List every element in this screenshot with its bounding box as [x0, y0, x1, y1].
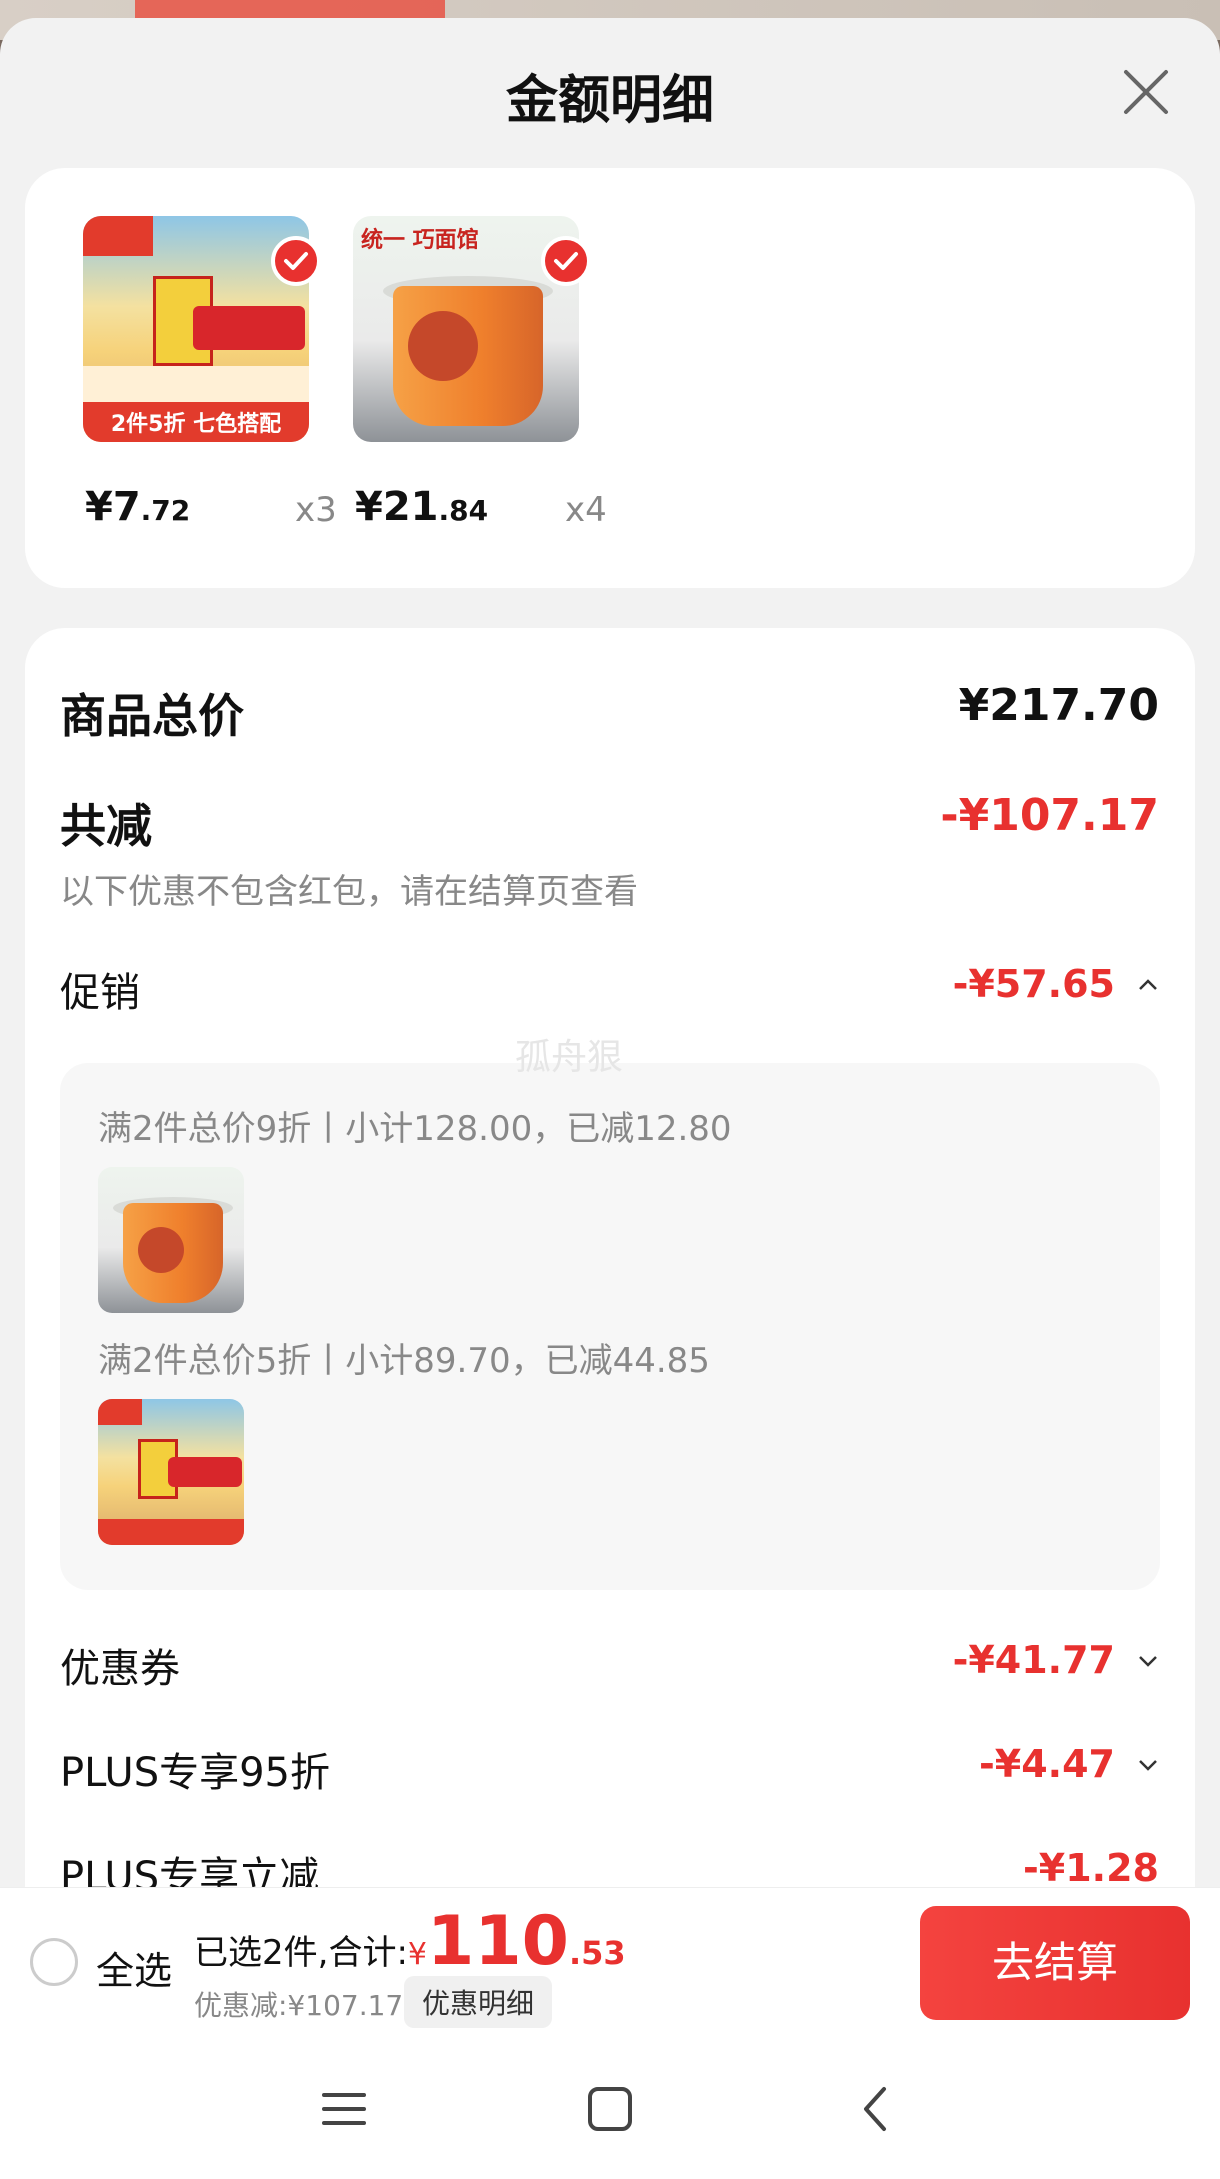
discount-detail-button[interactable]: 优惠明细	[404, 1976, 553, 2028]
promotion-value[interactable]: -¥57.65	[953, 962, 1115, 1006]
promotion-line: 满2件总价9折丨小计128.00，已减12.80	[98, 1109, 732, 1149]
chevron-down-icon[interactable]	[1137, 1650, 1159, 1672]
chevron-down-icon[interactable]	[1137, 1754, 1159, 1776]
promotion-breakdown: 满2件总价9折丨小计128.00，已减12.80 满2件总价5折丨小计89.70…	[60, 1063, 1160, 1590]
home-icon[interactable]	[580, 2079, 640, 2139]
product-price: ¥21.84	[355, 484, 489, 530]
plus95-value[interactable]: -¥4.47	[979, 1742, 1115, 1786]
close-icon	[1124, 70, 1168, 114]
menu-icon[interactable]	[314, 2079, 374, 2139]
select-all-radio[interactable]	[30, 1938, 78, 1986]
coupon-value[interactable]: -¥41.77	[953, 1638, 1115, 1682]
system-nav-bar	[0, 2037, 1220, 2179]
promotion-line: 满2件总价5折丨小计89.70，已减44.85	[98, 1341, 710, 1381]
checkout-button[interactable]: 去结算	[920, 1906, 1190, 2020]
total-reduction-value: -¥107.17	[940, 790, 1159, 841]
products-card: 2件5折 七色搭配 ¥7.72 x3 统一 巧面馆 ¥21.84 x4	[25, 168, 1195, 588]
total-price-value: ¥217.70	[958, 680, 1159, 731]
selected-check-icon[interactable]	[541, 236, 591, 286]
discount-summary: 优惠减:¥107.17	[194, 1989, 404, 2022]
chevron-up-icon[interactable]	[1137, 974, 1159, 996]
product-price: ¥7.72	[85, 484, 191, 530]
plus95-label: PLUS专享95折	[60, 1750, 330, 1796]
sheet-header: 金额明细	[0, 18, 1220, 168]
total-reduction-label: 共减	[60, 799, 152, 853]
reduction-note: 以下优惠不包含红包，请在结算页查看	[60, 872, 638, 912]
watermark-text: 孤舟狠	[515, 1037, 624, 1078]
back-icon[interactable]	[846, 2079, 906, 2139]
amount-detail-sheet: 金额明细 2件5折 七色搭配 ¥7.72 x3 统一 巧面馆 ¥21.84 x4…	[0, 18, 1220, 2179]
plus-reduce-value: -¥1.28	[1023, 1846, 1159, 1890]
total-price-label: 商品总价	[60, 689, 244, 743]
thumbnail-brand-text: 统一 巧面馆	[361, 228, 479, 253]
thumbnail-banner-text: 2件5折 七色搭配	[110, 412, 282, 437]
sheet-title: 金额明细	[505, 71, 714, 131]
selected-summary: 已选2件,合计:¥110.53	[194, 1902, 626, 1981]
promotion-label: 促销	[60, 970, 140, 1016]
product-item[interactable]: 统一 巧面馆 ¥21.84 x4	[295, 216, 607, 536]
product-quantity: x4	[565, 490, 607, 530]
checkout-bar: 全选 已选2件,合计:¥110.53 优惠减:¥107.17 优惠明细 去结算	[0, 1887, 1220, 2037]
coupon-label: 优惠券	[60, 1646, 180, 1692]
promotion-product-thumbnail	[98, 1167, 244, 1313]
promotion-product-thumbnail	[98, 1399, 244, 1545]
product-item[interactable]: 2件5折 七色搭配 ¥7.72 x3	[25, 216, 337, 536]
select-all-label[interactable]: 全选	[96, 1940, 172, 1995]
close-button[interactable]	[1120, 66, 1172, 118]
